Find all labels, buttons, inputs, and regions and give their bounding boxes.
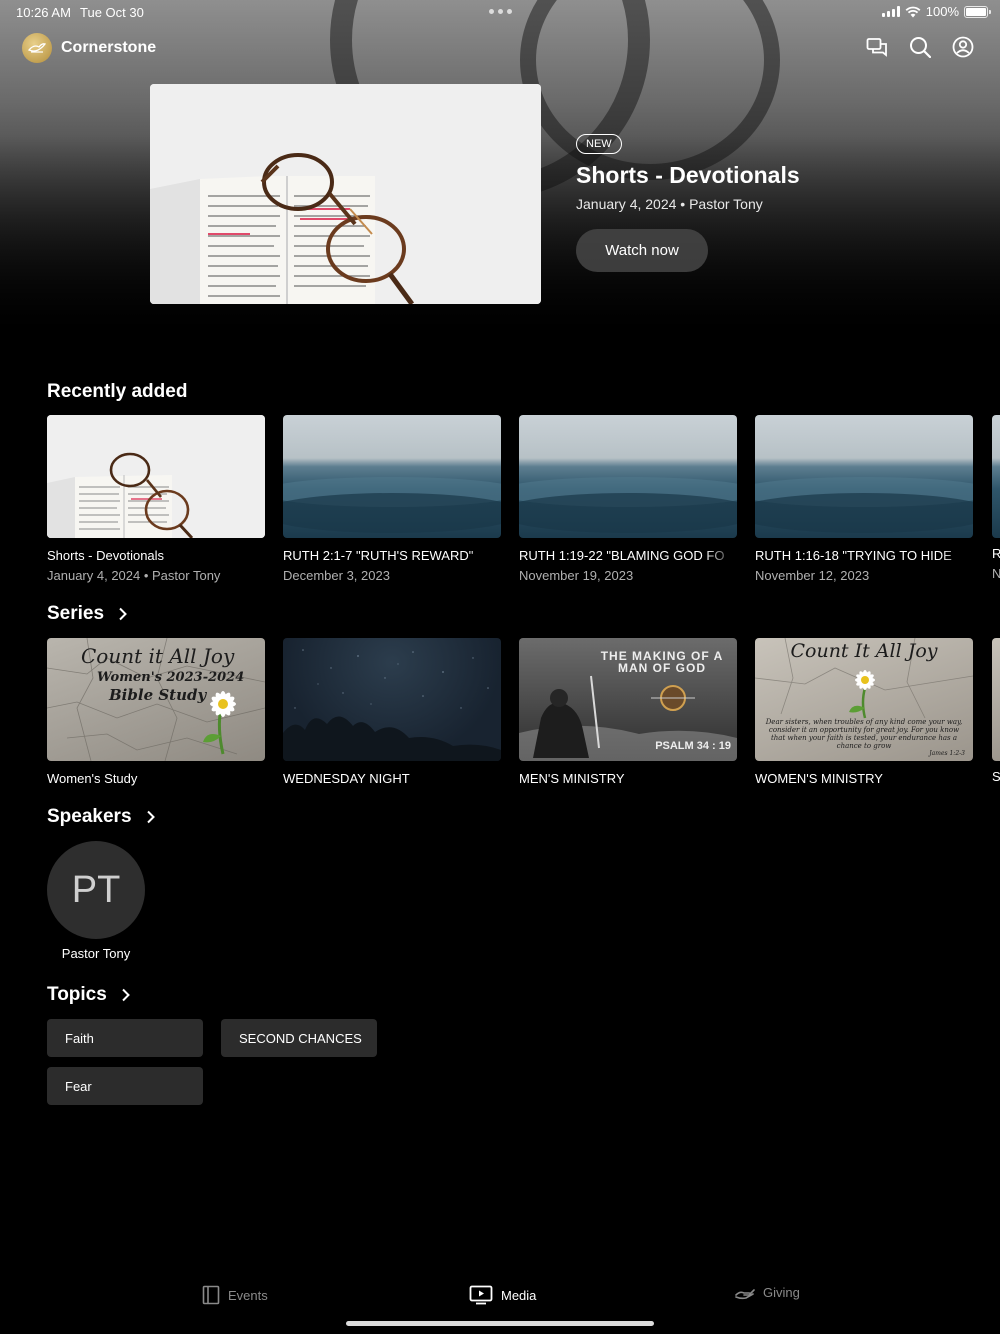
multitasking-dots-icon[interactable] <box>489 9 512 14</box>
search-icon[interactable] <box>909 36 931 58</box>
tab-label: Events <box>228 1287 268 1303</box>
speaker-avatar[interactable]: PT <box>47 841 145 939</box>
chevron-right-icon <box>146 810 155 824</box>
media-card[interactable]: RUTH 1:19-22 "BLAMING GOD FO November 19… <box>519 415 737 583</box>
media-thumbnail <box>519 415 737 538</box>
status-bar: 10:26 AM Tue Oct 30 100% <box>0 0 1000 24</box>
giving-icon <box>735 1288 755 1299</box>
new-badge: NEW <box>576 134 622 154</box>
church-logo-icon <box>22 33 52 63</box>
battery-icon <box>964 5 991 18</box>
tab-label: Media <box>501 1287 537 1303</box>
status-date: Tue Oct 30 <box>80 5 144 20</box>
media-title: RUTH 2:1-7 "RUTH'S REWARD" <box>283 548 474 563</box>
media-subtitle: November 12, 2023 <box>755 568 870 583</box>
series-art-text: Bible Study <box>109 686 207 704</box>
series-art-text: Dear sisters, when troubles of any kind … <box>765 718 963 750</box>
events-icon <box>202 1285 220 1305</box>
series-header[interactable]: Series <box>47 603 128 625</box>
app-name: Cornerstone <box>61 39 157 56</box>
tab-media[interactable]: Media <box>469 1285 536 1305</box>
media-thumbnail <box>755 415 973 538</box>
series-title-label: Women's Study <box>47 771 138 786</box>
series-title-label: WEDNESDAY NIGHT <box>283 771 410 786</box>
chevron-right-icon <box>119 607 127 621</box>
home-indicator[interactable] <box>346 1321 654 1326</box>
battery-percent: 100% <box>925 4 959 19</box>
recently-added-title-label: Recently added <box>47 381 188 402</box>
series-art-text: Count it All Joy <box>81 644 235 668</box>
series-card[interactable]: Count it All Joy Women's 2023-2024 Bible… <box>47 638 265 786</box>
series-title-label: MEN'S MINISTRY <box>519 771 625 786</box>
recently-added-title: Recently added <box>47 381 187 403</box>
series-art-text: PSALM 34 : 19 <box>655 740 731 752</box>
cellular-signal-icon <box>881 6 900 17</box>
media-title: RUTH 1:19-22 "BLAMING GOD FO <box>519 548 725 563</box>
hero-thumbnail[interactable] <box>150 84 541 304</box>
series-title-peek: S <box>992 769 1000 784</box>
series-thumbnail: THE MAKING OF A MAN OF GOD PSALM 34 : 19 <box>519 638 737 761</box>
media-thumbnail <box>47 415 265 538</box>
series-title-label: WOMEN'S MINISTRY <box>755 771 883 786</box>
wifi-icon <box>905 6 921 17</box>
hero-title: Shorts - Devotionals <box>576 162 800 188</box>
media-icon <box>469 1285 493 1305</box>
series-thumbnail <box>283 638 501 761</box>
series-art-text: Count It All Joy <box>790 640 938 662</box>
speaker-name: Pastor Tony <box>61 946 131 961</box>
app-brand[interactable]: Cornerstone <box>22 33 156 63</box>
media-subtitle: January 4, 2024 • Pastor Tony <box>47 568 221 583</box>
tab-giving[interactable]: Giving <box>735 1285 800 1300</box>
watch-now-button[interactable]: Watch now <box>576 229 708 272</box>
media-title: Shorts - Devotionals <box>47 548 165 563</box>
series-card-peek[interactable] <box>992 638 1000 761</box>
speakers-header[interactable]: Speakers <box>47 806 156 828</box>
speakers-title: Speakers <box>47 806 132 827</box>
media-card[interactable]: RUTH 2:1-7 "RUTH'S REWARD" December 3, 2… <box>283 415 501 583</box>
series-art-text: James 1:2-3 <box>929 750 965 757</box>
media-subtitle: December 3, 2023 <box>283 568 390 583</box>
tab-events[interactable]: Events <box>202 1285 268 1305</box>
series-title: Series <box>47 603 105 624</box>
series-art-text: Women's 2023-2024 <box>97 670 245 685</box>
topics-title: Topics <box>47 984 107 1005</box>
account-icon[interactable] <box>952 36 974 58</box>
media-thumbnail <box>283 415 501 538</box>
series-thumbnail: Count It All Joy Dear sisters, when trou… <box>755 638 973 761</box>
media-card[interactable]: RUTH 1:16-18 "TRYING TO HIDE November 12… <box>755 415 973 583</box>
topic-chip-faith[interactable]: Faith <box>47 1019 203 1057</box>
series-row: Count it All Joy Women's 2023-2024 Bible… <box>47 638 973 786</box>
series-card[interactable]: WEDNESDAY NIGHT <box>283 638 501 786</box>
series-card[interactable]: THE MAKING OF A MAN OF GOD PSALM 34 : 19… <box>519 638 737 786</box>
media-subtitle: November 19, 2023 <box>519 568 634 583</box>
series-art-text: MAN OF GOD <box>618 661 706 675</box>
chevron-right-icon <box>122 988 130 1002</box>
tab-bar: Events Media Giving <box>0 1276 1000 1316</box>
media-title-peek: R <box>992 546 1000 561</box>
hero-meta: January 4, 2024 • Pastor Tony <box>576 196 763 212</box>
media-title: RUTH 1:16-18 "TRYING TO HIDE <box>755 548 952 563</box>
topics-header[interactable]: Topics <box>47 984 131 1006</box>
media-subtitle-peek: N <box>992 566 1000 581</box>
series-thumbnail: Count it All Joy Women's 2023-2024 Bible… <box>47 638 265 761</box>
topic-chip-fear[interactable]: Fear <box>47 1067 203 1105</box>
status-time: 10:26 AM <box>16 5 71 20</box>
tab-label: Giving <box>763 1285 800 1300</box>
media-card-peek[interactable] <box>992 415 1000 538</box>
chat-icon[interactable] <box>866 36 888 58</box>
series-card[interactable]: Count It All Joy Dear sisters, when trou… <box>755 638 973 786</box>
recently-added-row: Shorts - Devotionals January 4, 2024 • P… <box>47 415 973 583</box>
topic-chip-second-chances[interactable]: SECOND CHANCES <box>221 1019 377 1057</box>
media-card[interactable]: Shorts - Devotionals January 4, 2024 • P… <box>47 415 265 583</box>
